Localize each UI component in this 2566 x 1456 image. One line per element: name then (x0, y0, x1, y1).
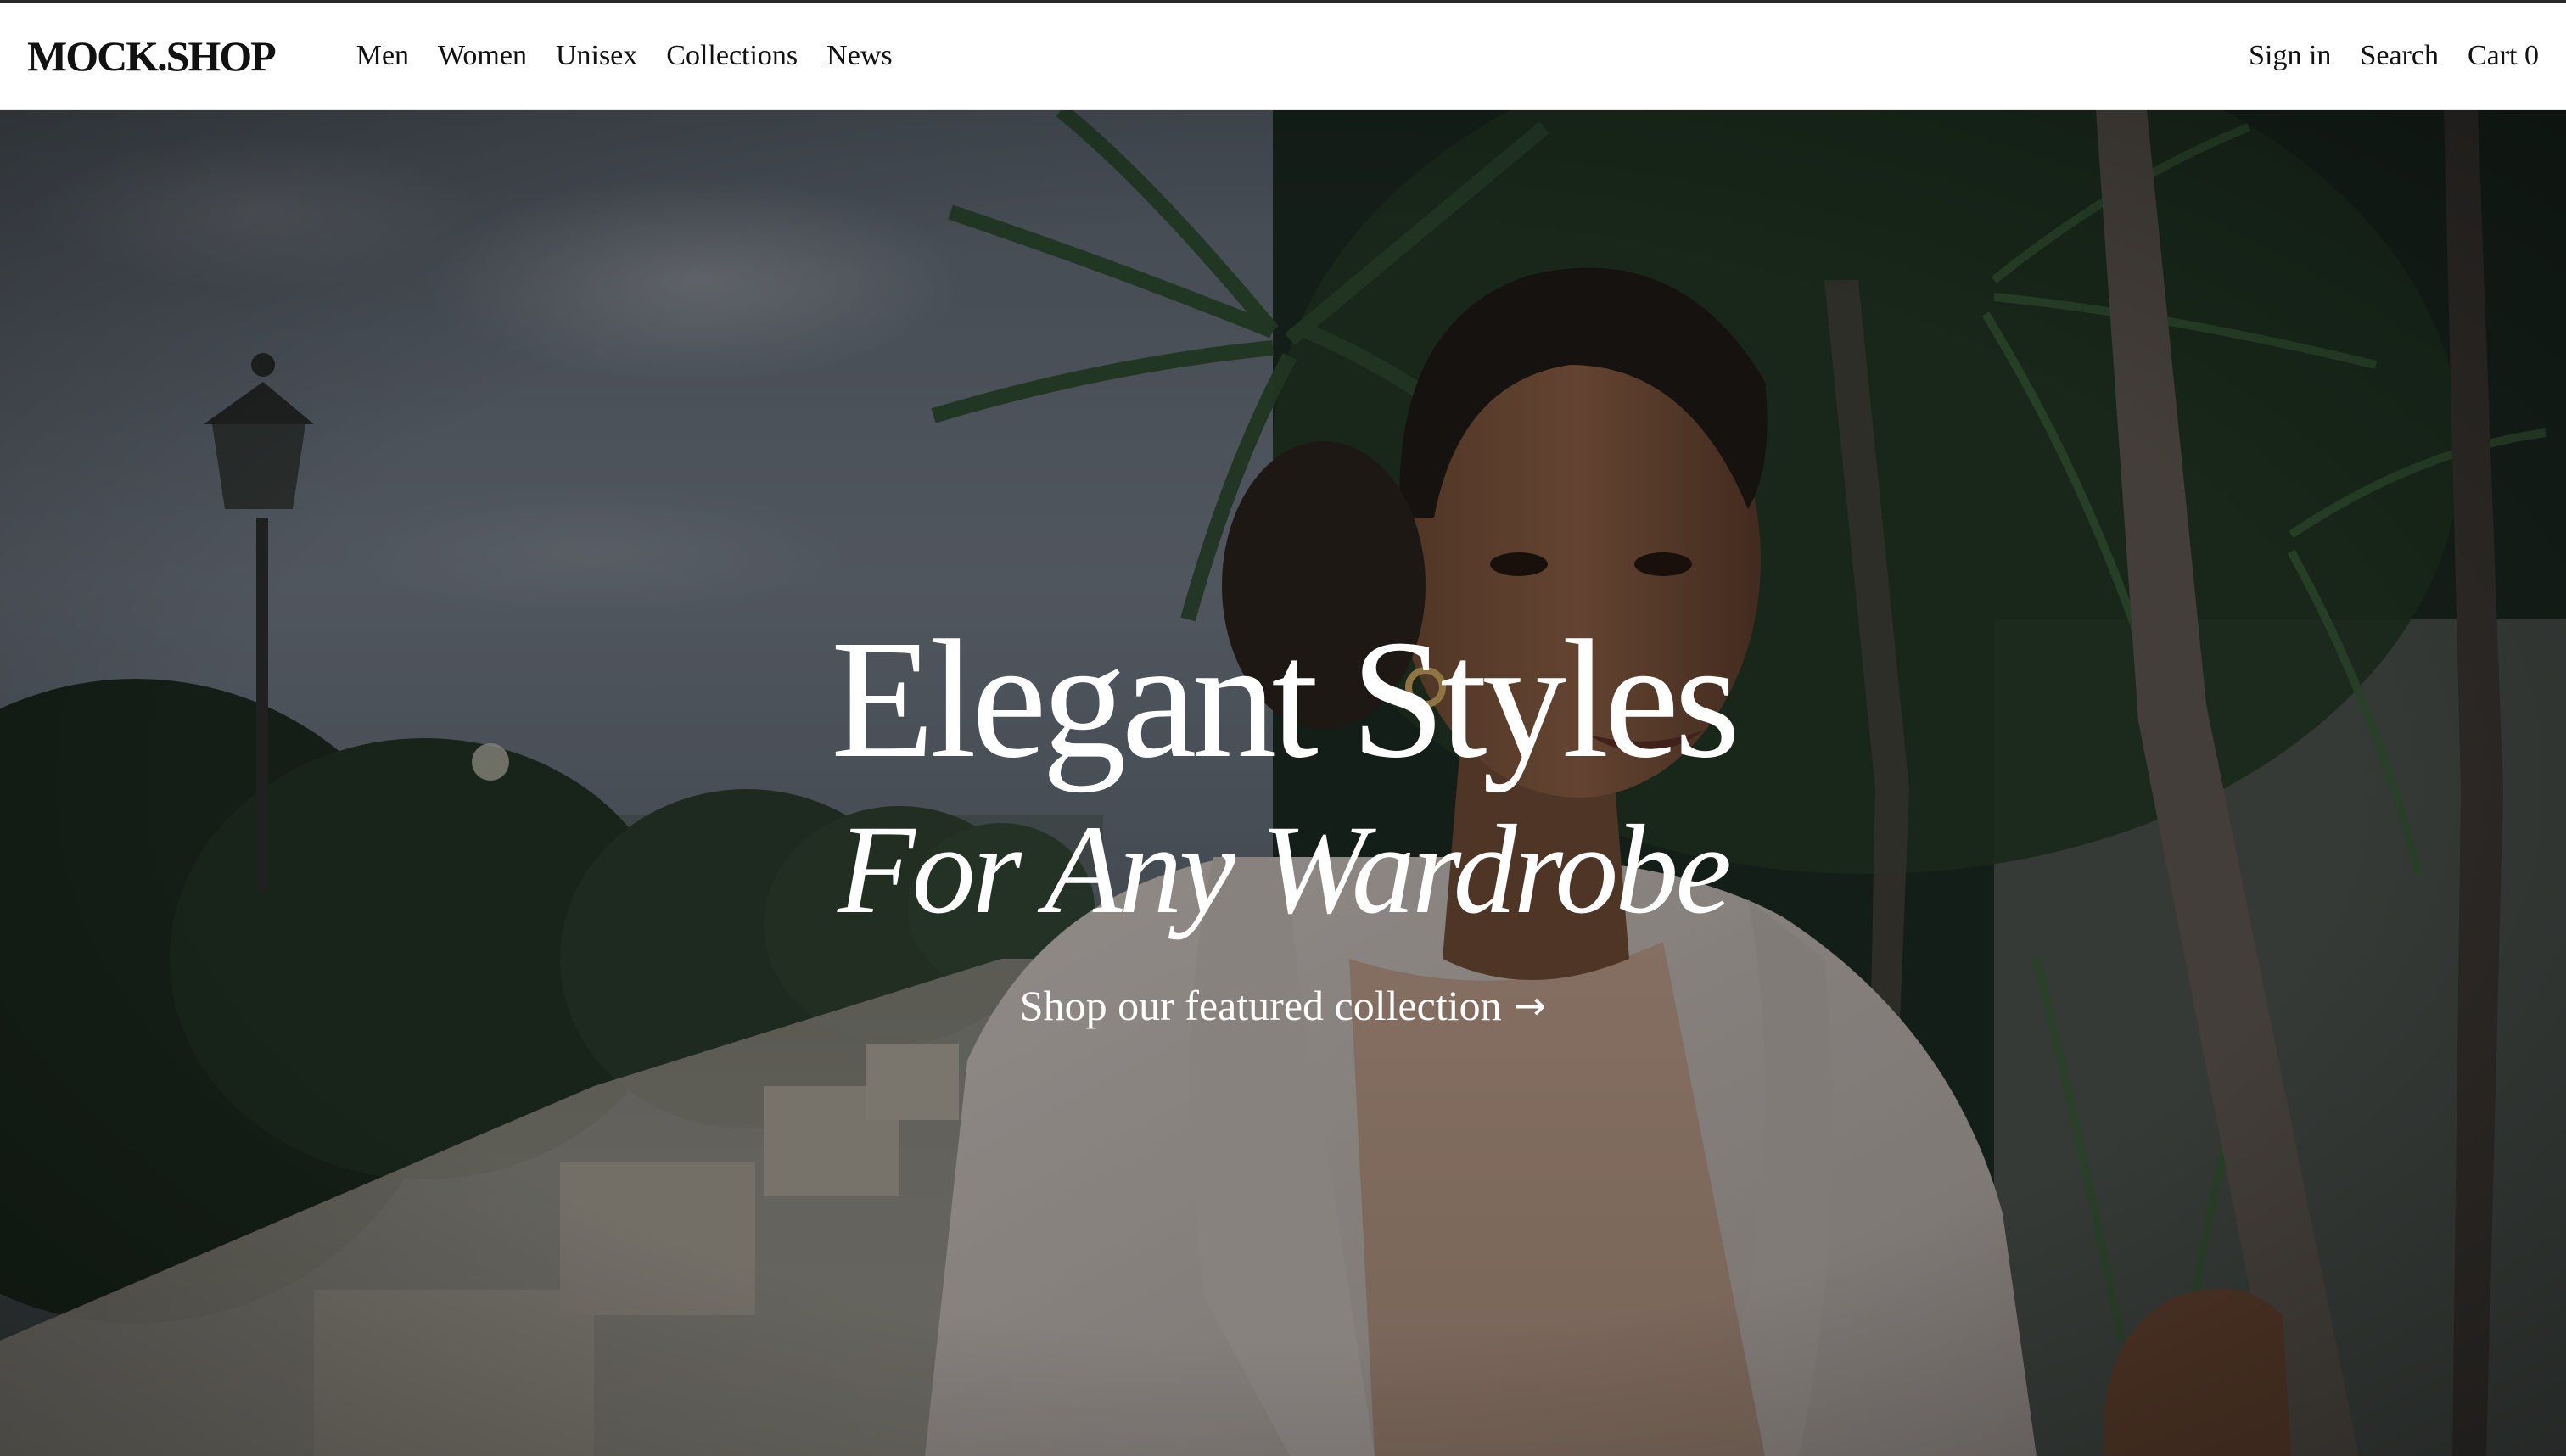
primary-nav: Men Women Unisex Collections News (356, 40, 893, 72)
arrow-right-icon: → (1513, 983, 1547, 1028)
hero-content: Elegant Styles For Any Wardrobe Shop our… (0, 110, 2566, 1456)
hero-title: Elegant Styles (831, 606, 1740, 793)
site-header: MOCK.SHOP Men Women Unisex Collections N… (0, 3, 2566, 110)
search-link[interactable]: Search (2360, 40, 2439, 72)
hero-banner: Elegant Styles For Any Wardrobe Shop our… (0, 110, 2566, 1456)
sign-in-link[interactable]: Sign in (2249, 40, 2331, 72)
nav-link-men[interactable]: Men (356, 40, 409, 72)
nav-link-women[interactable]: Women (438, 40, 527, 72)
nav-link-unisex[interactable]: Unisex (556, 40, 637, 72)
hero-subtitle: For Any Wardrobe (838, 799, 1732, 940)
nav-link-collections[interactable]: Collections (666, 40, 798, 72)
shop-featured-collection-link[interactable]: Shop our featured collection → (1020, 981, 1546, 1030)
nav-link-news[interactable]: News (826, 40, 892, 72)
account-nav: Sign in Search Cart 0 (2249, 40, 2539, 72)
brand-logo[interactable]: MOCK.SHOP (27, 31, 277, 81)
cart-link[interactable]: Cart 0 (2468, 40, 2539, 72)
cta-label: Shop our featured collection (1019, 982, 1502, 1029)
